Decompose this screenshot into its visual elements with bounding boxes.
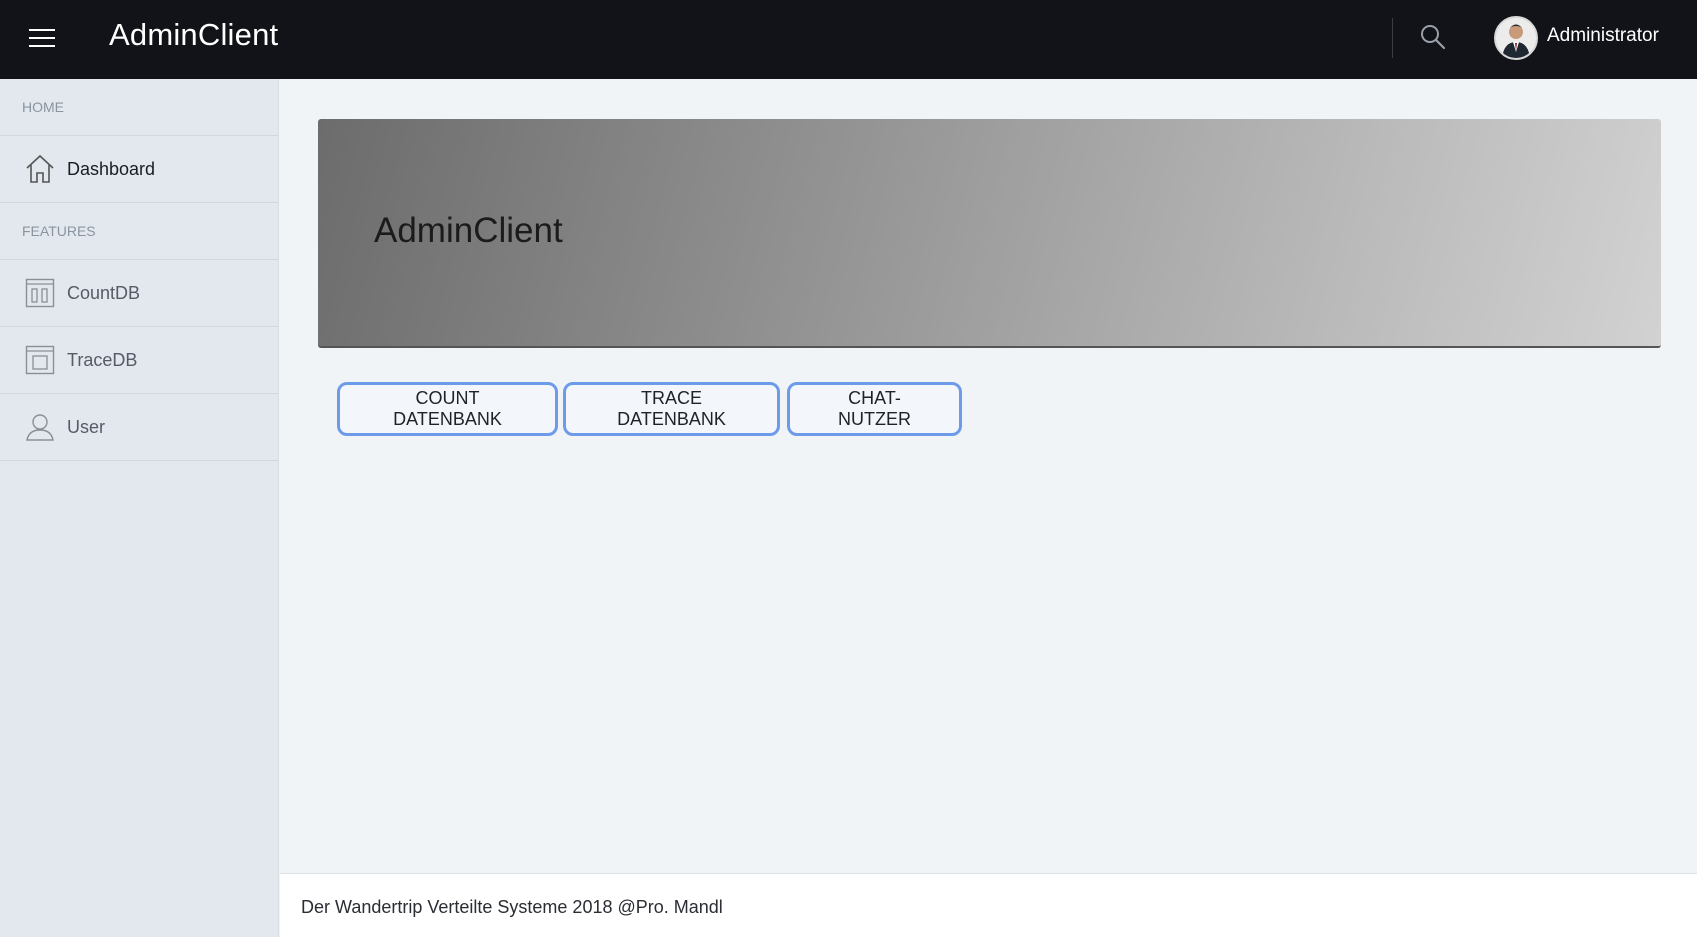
user-icon xyxy=(25,412,55,442)
footer-text: Der Wandertrip Verteilte Systeme 2018 @P… xyxy=(301,897,723,917)
brand-title[interactable]: AdminClient xyxy=(109,17,278,53)
trace-datenbank-button[interactable]: TRACE DATENBANK xyxy=(563,382,780,436)
sidebar-item-label: CountDB xyxy=(67,282,141,303)
action-button-row: COUNT DATENBANK TRACE DATENBANK CHAT-NUT… xyxy=(337,382,962,436)
sidebar-item-tracedb[interactable]: TraceDB xyxy=(0,327,278,394)
sidebar-item-label: User xyxy=(67,416,106,437)
sidebar-item-label: TraceDB xyxy=(67,349,138,370)
page-title: AdminClient xyxy=(374,211,563,250)
user-name[interactable]: Administrator xyxy=(1547,25,1659,47)
sidebar-section-home: HOME xyxy=(0,79,278,136)
avatar[interactable] xyxy=(1494,16,1538,60)
home-icon xyxy=(25,154,55,184)
search-icon[interactable] xyxy=(1420,24,1446,50)
chat-nutzer-button[interactable]: CHAT-NUTZER xyxy=(787,382,962,436)
columns-icon xyxy=(25,278,55,308)
sidebar-item-dashboard[interactable]: Dashboard xyxy=(0,136,278,203)
window-icon xyxy=(25,345,55,375)
sidebar-section-features: FEATURES xyxy=(0,203,278,260)
count-datenbank-button[interactable]: COUNT DATENBANK xyxy=(337,382,558,436)
top-navbar: AdminClient Administrator xyxy=(0,0,1697,79)
hamburger-icon[interactable] xyxy=(29,28,55,48)
sidebar: HOME Dashboard FEATURES CountDB TraceDB … xyxy=(0,79,279,937)
sidebar-item-countdb[interactable]: CountDB xyxy=(0,260,278,327)
sidebar-item-user[interactable]: User xyxy=(0,394,278,461)
footer: Der Wandertrip Verteilte Systeme 2018 @P… xyxy=(280,873,1697,937)
hero-banner: AdminClient xyxy=(318,119,1661,348)
sidebar-item-label: Dashboard xyxy=(67,158,156,179)
navbar-divider xyxy=(1392,18,1393,58)
